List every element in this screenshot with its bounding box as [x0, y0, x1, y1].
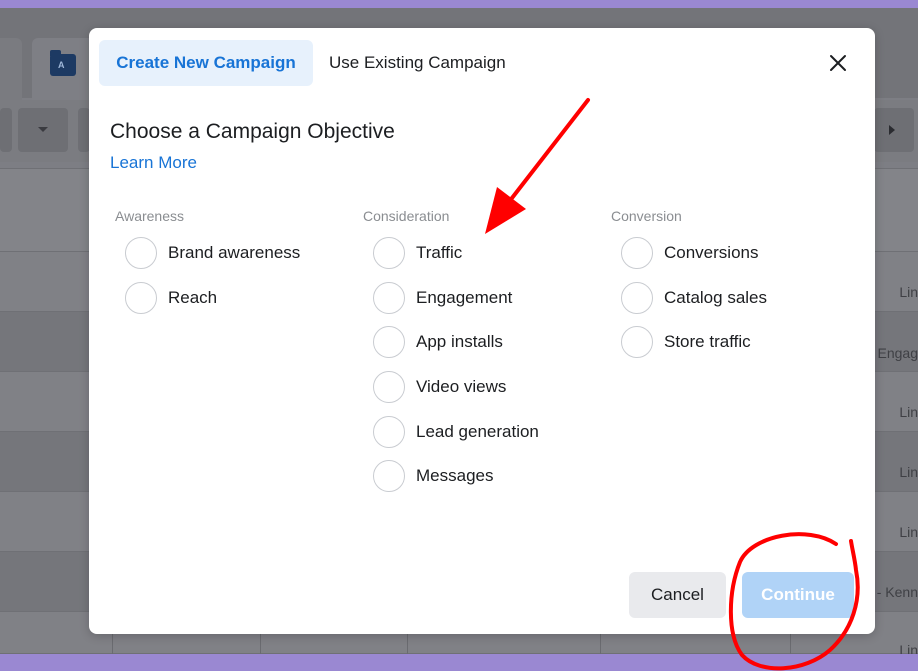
background-cell-text: Lin	[899, 284, 918, 300]
radio-button[interactable]	[373, 237, 405, 270]
option-label: Traffic	[416, 243, 463, 263]
frame-top	[0, 0, 918, 8]
radio-button[interactable]	[621, 281, 653, 314]
option-label: Engagement	[416, 287, 513, 307]
objective-option-lead-generation[interactable]: Lead generation	[358, 409, 539, 454]
learn-more-link[interactable]: Learn More	[110, 153, 197, 173]
background-toolbar-button	[0, 108, 12, 152]
column-heading: Consideration	[363, 208, 450, 224]
objective-option-app-installs[interactable]: App installs	[358, 320, 539, 365]
radio-button[interactable]	[621, 326, 653, 359]
objective-column-awareness: Awareness Brand awareness Reach	[110, 208, 300, 320]
continue-button[interactable]: Continue	[742, 572, 854, 618]
option-label: Lead generation	[416, 421, 539, 441]
objective-option-engagement[interactable]: Engagement	[358, 276, 539, 321]
objective-option-conversions[interactable]: Conversions	[606, 231, 767, 276]
cancel-button[interactable]: Cancel	[629, 572, 726, 618]
play-icon	[889, 125, 895, 135]
tab-use-existing-campaign[interactable]: Use Existing Campaign	[329, 40, 506, 86]
close-button[interactable]	[825, 50, 851, 76]
column-heading: Conversion	[611, 208, 682, 224]
option-label: Brand awareness	[168, 243, 301, 263]
option-label: Catalog sales	[664, 287, 768, 307]
background-cell-text: Engag	[877, 345, 918, 361]
radio-button[interactable]	[125, 237, 157, 270]
objective-option-store-traffic[interactable]: Store traffic	[606, 320, 767, 365]
objective-option-reach[interactable]: Reach	[110, 276, 300, 321]
option-label: Conversions	[664, 243, 759, 263]
chevron-down-icon	[38, 127, 48, 132]
close-icon	[830, 55, 846, 71]
option-label: Messages	[416, 466, 494, 486]
option-label: App installs	[416, 332, 503, 352]
option-label: Reach	[168, 287, 218, 307]
option-label: Store traffic	[664, 332, 751, 352]
radio-button[interactable]	[373, 371, 405, 404]
radio-button[interactable]	[373, 326, 405, 359]
background-dropdown-button	[18, 108, 68, 152]
background-cell-text: Lin	[899, 464, 918, 480]
radio-button[interactable]	[373, 415, 405, 448]
objective-option-catalog-sales[interactable]: Catalog sales	[606, 276, 767, 321]
objective-option-messages[interactable]: Messages	[358, 454, 539, 499]
radio-button[interactable]	[373, 460, 405, 493]
folder-icon: A	[50, 50, 76, 76]
campaign-objective-dialog: Create New Campaign Use Existing Campaig…	[89, 28, 875, 634]
option-label: Video views	[416, 377, 507, 397]
tab-create-new-campaign[interactable]: Create New Campaign	[99, 40, 313, 86]
radio-button[interactable]	[621, 237, 653, 270]
background-cell-text: Lin	[899, 524, 918, 540]
background-cell-text: - Kenn	[876, 584, 918, 600]
column-heading: Awareness	[115, 208, 185, 224]
background-play-button	[874, 108, 914, 152]
background-cell-text: Lin	[899, 404, 918, 420]
objective-option-traffic[interactable]: Traffic	[358, 231, 539, 276]
background-tab-left	[0, 38, 22, 100]
objective-option-brand-awareness[interactable]: Brand awareness	[110, 231, 300, 276]
radio-button[interactable]	[125, 281, 157, 314]
frame-bottom	[0, 654, 918, 671]
objective-column-consideration: Consideration Traffic Engagement App ins…	[358, 208, 539, 499]
radio-button[interactable]	[373, 281, 405, 314]
objective-column-conversion: Conversion Conversions Catalog sales Sto…	[606, 208, 767, 365]
dialog-title: Choose a Campaign Objective	[110, 120, 395, 143]
objective-option-video-views[interactable]: Video views	[358, 365, 539, 410]
